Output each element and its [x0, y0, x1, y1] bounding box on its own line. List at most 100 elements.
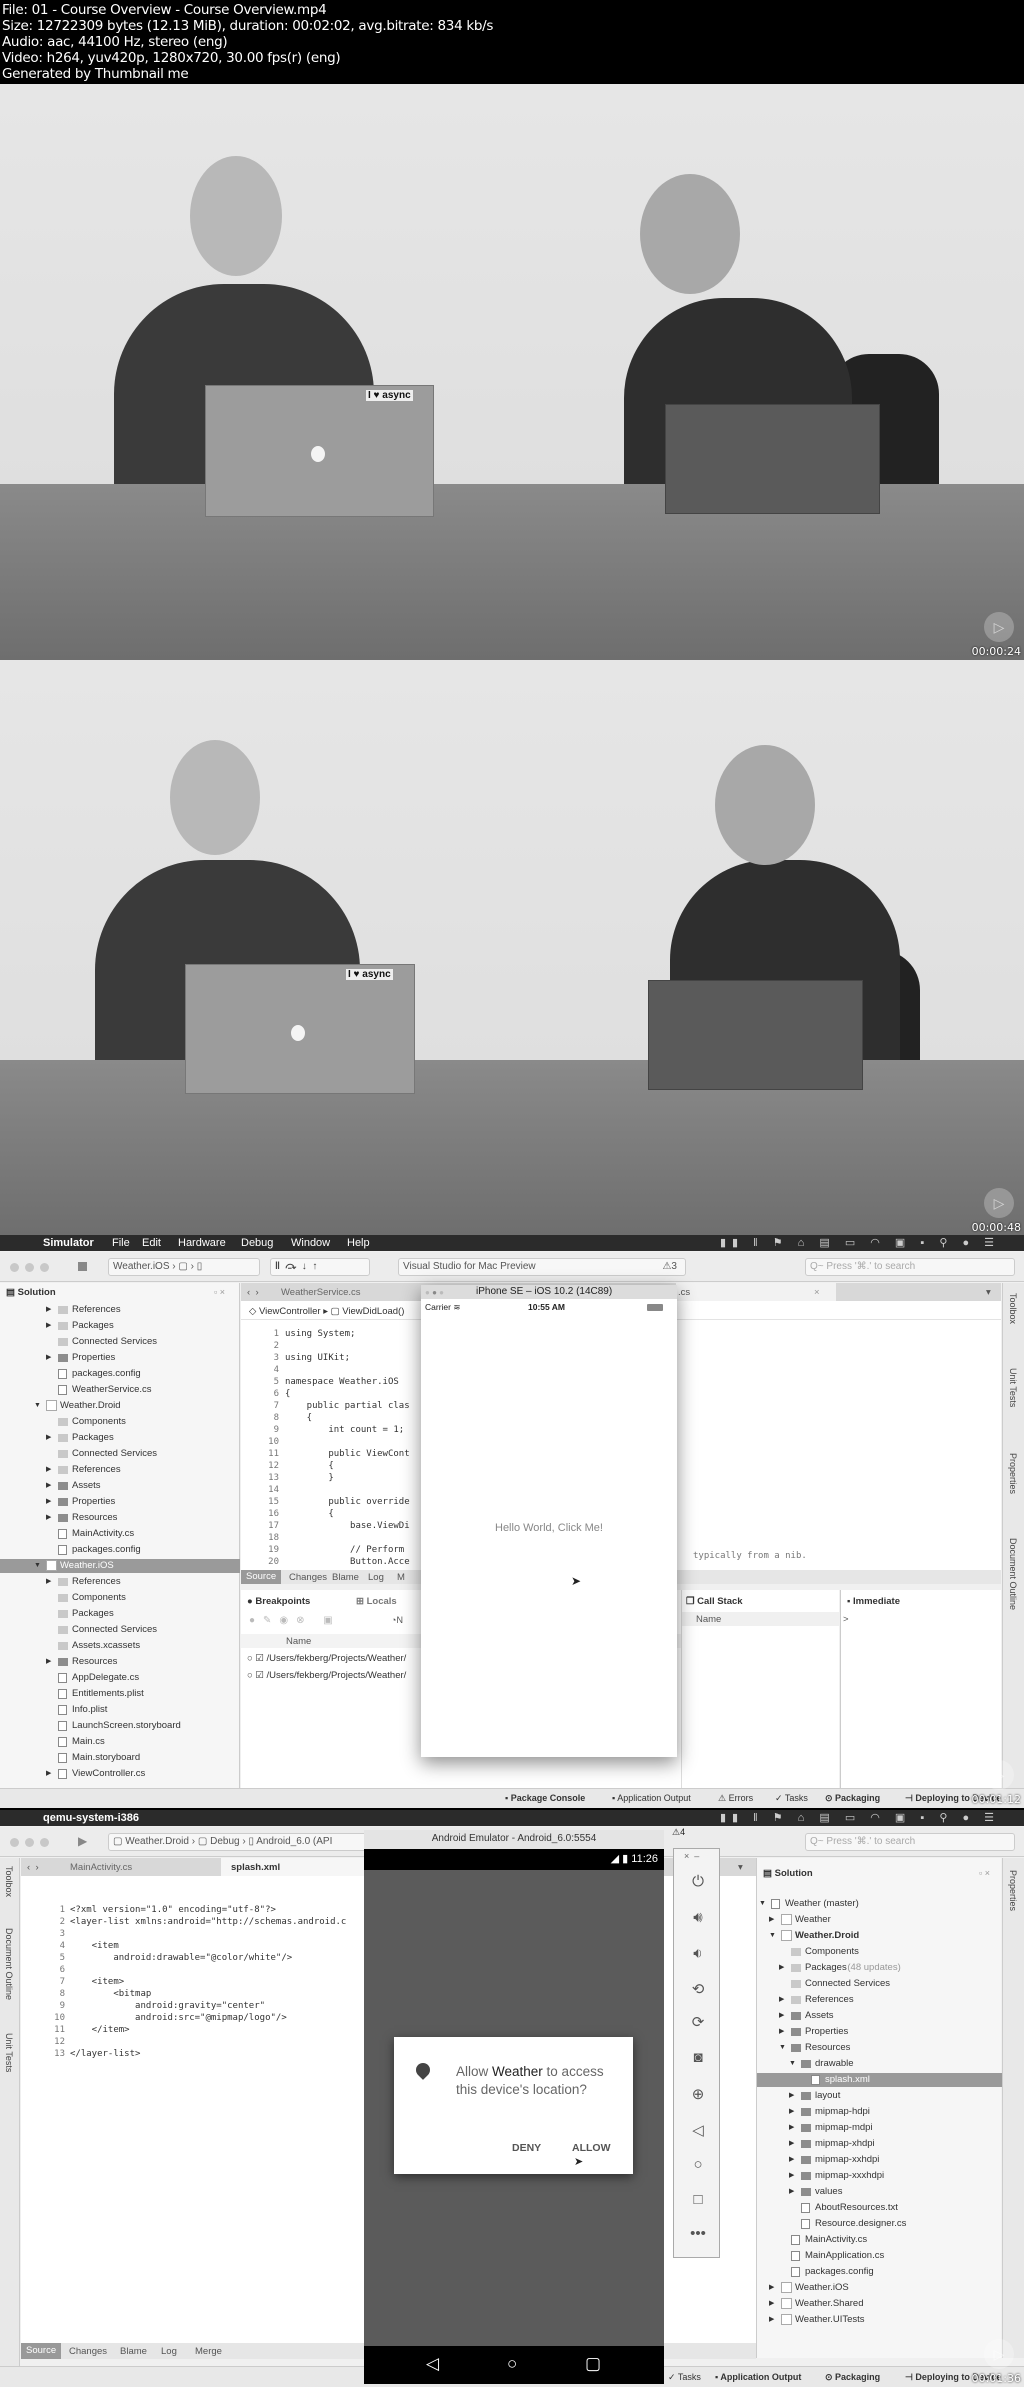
chevron-down-icon[interactable]: ▼ [759, 1897, 766, 1911]
tab-mainactivity[interactable]: MainActivity.cs [70, 1862, 132, 1873]
callstack-title[interactable]: ❐ Call Stack [686, 1596, 743, 1607]
warning-count[interactable]: ⚠3 [662, 1259, 677, 1275]
chevron-right-icon[interactable]: ▶ [789, 2169, 794, 2183]
tree-item[interactable]: Components [757, 1945, 1002, 1959]
toolbox-tab[interactable]: Toolbox [1008, 1293, 1018, 1324]
tab-locals[interactable]: ⊞ Locals [356, 1596, 397, 1607]
warning-count[interactable]: ⚠4 [672, 1827, 685, 1838]
tasks[interactable]: ✓ Tasks [775, 1793, 808, 1804]
new-breakpoint-button[interactable]: ◔N [391, 1615, 403, 1625]
chevron-right-icon[interactable]: ▶ [46, 1351, 51, 1365]
project-selector[interactable]: ▢ Weather.Droid › ▢ Debug › ▯ Android_6.… [108, 1833, 368, 1851]
application-output[interactable]: ▪ Application Output [715, 2372, 801, 2382]
tab-changes[interactable]: Changes [289, 1572, 327, 1583]
zoom-icon[interactable]: ⊕ [674, 2085, 722, 2103]
run-icon[interactable]: ▶ [78, 1834, 87, 1848]
chevron-right-icon[interactable]: ▶ [769, 1913, 774, 1927]
tree-item[interactable]: ▶ Assets [757, 2009, 1002, 2023]
chevron-right-icon[interactable]: ▶ [46, 1479, 51, 1493]
back-icon[interactable]: ◁ [674, 2121, 722, 2139]
tree-item[interactable]: ▶ Properties [0, 1351, 240, 1365]
home-icon[interactable]: ○ [674, 2156, 722, 2173]
tab-active[interactable]: .cs × [676, 1283, 836, 1301]
properties-tab[interactable]: Properties [1008, 1453, 1018, 1494]
tree-item[interactable]: ▶ Weather.Shared [757, 2297, 1002, 2311]
chevron-right-icon[interactable]: ▶ [789, 2153, 794, 2167]
tree-item[interactable]: Main.cs [0, 1735, 240, 1749]
tree-item[interactable]: Connected Services [0, 1335, 240, 1349]
more-icon[interactable]: ••• [674, 2225, 722, 2242]
menu-edit[interactable]: Edit [142, 1235, 161, 1251]
breakpoints-title[interactable]: ● Breakpoints [247, 1596, 310, 1607]
tree-item[interactable]: Assets.xcassets [0, 1639, 240, 1653]
volume-down-icon[interactable]: 🔉︎ [674, 1945, 722, 1962]
immediate-prompt[interactable]: > [843, 1614, 849, 1625]
toolbox-tab[interactable]: Toolbox [4, 1866, 14, 1897]
packaging[interactable]: ⊙ Packaging [825, 2372, 880, 2383]
tree-item[interactable]: Components [0, 1591, 240, 1605]
tree-item[interactable]: ▼ Weather.Droid [0, 1399, 240, 1413]
tree-item[interactable]: ▶ References [0, 1303, 240, 1317]
tree-item[interactable]: ▼ Weather (master) [757, 1897, 1002, 1911]
allow-button[interactable]: ALLOW [572, 2142, 611, 2154]
chevron-right-icon[interactable]: ▶ [769, 2281, 774, 2295]
tree-item[interactable]: ▶ References [0, 1463, 240, 1477]
project-selector[interactable]: Weather.iOS › ▢ › ▯ [108, 1258, 260, 1276]
rotate-right-icon[interactable]: ⟳ [674, 2013, 722, 2031]
rotate-left-icon[interactable]: ⟲ [674, 1980, 722, 1998]
package-console[interactable]: ▪ Package Console [505, 1793, 585, 1803]
chevron-right-icon[interactable]: ▶ [46, 1767, 51, 1781]
tab-dropdown-icon[interactable]: ▾ [986, 1287, 991, 1298]
tree-item[interactable]: MainActivity.cs [757, 2233, 1002, 2247]
tree-item[interactable]: ▶ Properties [0, 1495, 240, 1509]
tree-item[interactable]: LaunchScreen.storyboard [0, 1719, 240, 1733]
tree-item[interactable]: Resource.designer.cs [757, 2217, 1002, 2231]
chevron-right-icon[interactable]: ▶ [46, 1495, 51, 1509]
chevron-right-icon[interactable]: ▶ [46, 1511, 51, 1525]
tree-item[interactable]: ▶ Resources [0, 1655, 240, 1669]
tree-item[interactable]: Info.plist [0, 1703, 240, 1717]
window-controls[interactable]: ● ● ● [425, 1288, 444, 1297]
tab-log[interactable]: Log [368, 1572, 384, 1583]
tree-item[interactable]: ▶ mipmap-xxxhdpi [757, 2169, 1002, 2183]
chevron-right-icon[interactable]: ▶ [779, 1993, 784, 2007]
search-input[interactable]: Q~ Press '⌘.' to search [805, 1833, 1015, 1851]
chevron-right-icon[interactable]: ▶ [779, 1961, 784, 1975]
tab-source[interactable]: Source [21, 2343, 62, 2359]
tree-item[interactable]: ▶ mipmap-hdpi [757, 2105, 1002, 2119]
unit-tests-tab[interactable]: Unit Tests [1008, 1368, 1018, 1407]
tree-item[interactable]: ▶ Weather.iOS [757, 2281, 1002, 2295]
chevron-right-icon[interactable]: ▶ [46, 1463, 51, 1477]
search-input[interactable]: Q~ Press '⌘.' to search [805, 1258, 1015, 1276]
tree-item[interactable]: AboutResources.txt [757, 2201, 1002, 2215]
chevron-right-icon[interactable]: ▶ [46, 1303, 51, 1317]
tree-item[interactable]: MainActivity.cs [0, 1527, 240, 1541]
tree-item[interactable]: Main.storyboard [0, 1751, 240, 1765]
chevron-down-icon[interactable]: ▼ [789, 2057, 796, 2071]
camera-icon[interactable]: ◙ [674, 2049, 722, 2066]
tab-weatherservice[interactable]: WeatherService.cs [281, 1287, 361, 1298]
tree-item[interactable]: packages.config [0, 1543, 240, 1557]
chevron-down-icon[interactable]: ▼ [769, 1929, 776, 1943]
power-icon[interactable]: ⏻ [674, 1873, 722, 1890]
tree-item[interactable]: ▶ Packages [0, 1319, 240, 1333]
chevron-right-icon[interactable]: ▶ [46, 1575, 51, 1589]
chevron-right-icon[interactable]: ▶ [789, 2105, 794, 2119]
tab-dropdown-icon[interactable]: ▾ [738, 1862, 743, 1873]
pane-close-icon[interactable]: ▫ × [214, 1287, 225, 1297]
tree-item[interactable]: AppDelegate.cs [0, 1671, 240, 1685]
zoom-window-button[interactable] [40, 1263, 49, 1272]
tree-item[interactable]: ▶ Packages [0, 1431, 240, 1445]
tree-item[interactable]: Components [0, 1415, 240, 1429]
chevron-right-icon[interactable]: ▶ [789, 2137, 794, 2151]
tree-item[interactable]: ▶ Assets [0, 1479, 240, 1493]
tree-item[interactable]: MainApplication.cs [757, 2249, 1002, 2263]
tree-item[interactable]: ▶ Weather.UITests [757, 2313, 1002, 2327]
tree-item[interactable]: ▶ Packages (48 updates) [757, 1961, 1002, 1975]
tree-item[interactable]: ▶ mipmap-xhdpi [757, 2137, 1002, 2151]
overview-icon[interactable]: □ [674, 2191, 722, 2208]
tree-item[interactable]: ▼ drawable [757, 2057, 1002, 2071]
tree-item[interactable]: ▶ layout [757, 2089, 1002, 2103]
errors[interactable]: ⚠ Errors [718, 1793, 753, 1804]
tab-blame[interactable]: Blame [332, 1572, 359, 1583]
